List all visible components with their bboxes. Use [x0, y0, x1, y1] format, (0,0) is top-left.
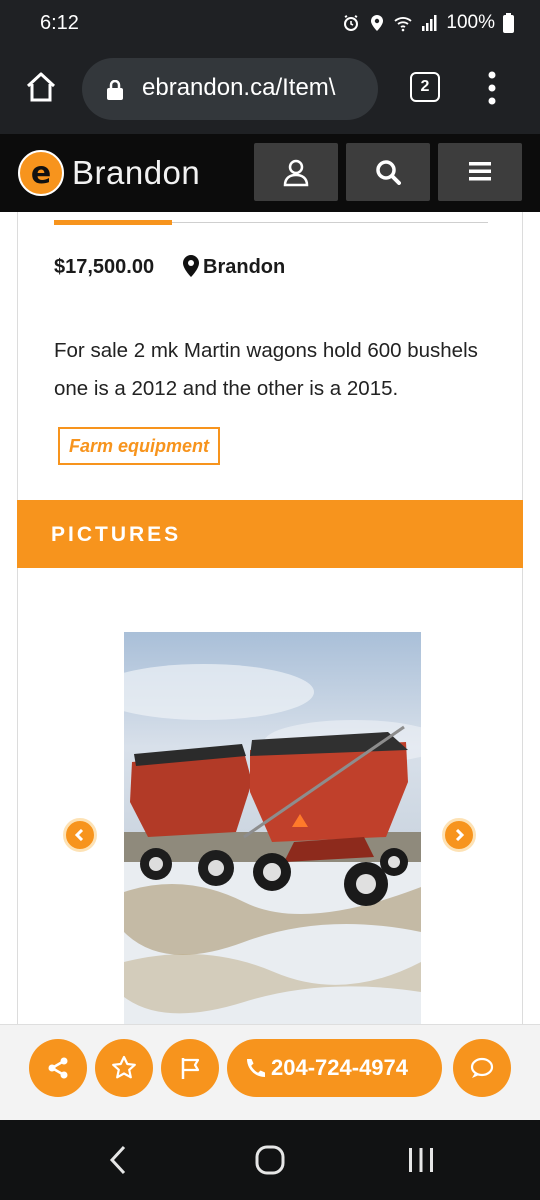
listing-description: For sale 2 mk Martin wagons hold 600 bus… [54, 339, 478, 400]
ebrandon-logo[interactable]: e [16, 148, 66, 198]
chevron-right-icon [455, 829, 465, 841]
location-icon [371, 15, 384, 31]
listing-action-bar: 204-724-4974 [0, 1024, 540, 1120]
logo-text[interactable]: Brandon [72, 154, 200, 192]
home-nav-icon[interactable] [254, 1144, 286, 1176]
main-menu-button[interactable] [438, 143, 522, 201]
grain-wagons-image [124, 632, 421, 1032]
status-time: 6:12 [40, 12, 79, 34]
alarm-icon [344, 15, 359, 31]
gallery-next-button[interactable] [442, 818, 476, 852]
address-bar[interactable]: ebrandon.ca/Item\ [82, 58, 378, 120]
account-icon [283, 159, 309, 187]
status-bar: 6:12 100% [0, 0, 540, 50]
logo-letter: e [31, 156, 51, 191]
account-button[interactable] [254, 143, 338, 201]
home-icon[interactable] [24, 70, 58, 104]
share-button[interactable] [29, 1039, 87, 1097]
tab-switcher-button[interactable]: 2 [410, 72, 440, 102]
listing-location: Brandon [203, 256, 286, 278]
battery-icon [503, 13, 514, 33]
listing-card: $17,500.00 Brandon For sale 2 mk Martin … [17, 212, 523, 1032]
pictures-heading: PICTURES [51, 523, 182, 546]
system-navigation-bar [0, 1120, 540, 1200]
status-icons: 100% [342, 12, 514, 34]
star-icon [112, 1055, 136, 1079]
category-tag[interactable]: Farm equipment [58, 427, 221, 465]
message-seller-button[interactable] [453, 1039, 511, 1097]
gallery-prev-button[interactable] [63, 818, 97, 852]
wifi-icon [394, 17, 412, 32]
lock-icon [107, 80, 123, 100]
favorite-button[interactable] [95, 1039, 153, 1097]
share-icon [48, 1057, 68, 1079]
divider-accent [54, 220, 172, 225]
map-pin-icon [183, 255, 199, 277]
pictures-section-header: PICTURES [17, 500, 523, 568]
battery-percent: 100% [446, 12, 495, 33]
chat-icon [470, 1057, 494, 1078]
recent-apps-icon[interactable] [406, 1146, 436, 1174]
search-icon [376, 160, 401, 185]
url-text: ebrandon.ca/Item\ [142, 74, 336, 101]
phone-icon [247, 1059, 265, 1077]
more-vertical-icon[interactable] [484, 70, 500, 106]
flag-icon [181, 1058, 200, 1079]
hamburger-menu-icon [469, 162, 491, 181]
report-button[interactable] [161, 1039, 219, 1097]
back-icon[interactable] [108, 1144, 130, 1176]
chevron-left-icon [74, 829, 84, 841]
site-header: e Brandon [0, 134, 540, 212]
signal-icon [422, 15, 437, 31]
listing-photo[interactable] [124, 632, 421, 1032]
search-button[interactable] [346, 143, 430, 201]
browser-toolbar: ebrandon.ca/Item\ 2 [0, 50, 540, 134]
listing-price: $17,500.00 [54, 256, 155, 278]
call-seller-button[interactable]: 204-724-4974 [227, 1039, 442, 1097]
phone-number: 204-724-4974 [271, 1055, 409, 1080]
